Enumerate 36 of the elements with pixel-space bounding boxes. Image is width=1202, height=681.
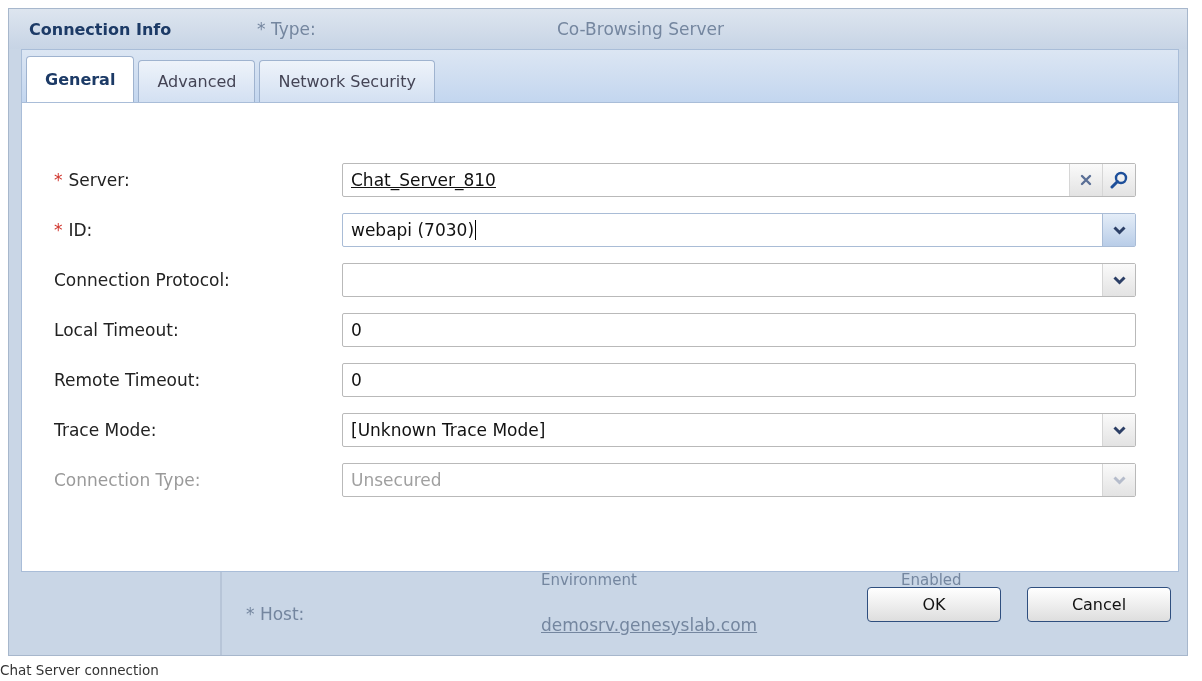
dialog-title: Connection Info — [28, 19, 173, 39]
ok-button[interactable]: OK — [867, 587, 1001, 622]
dropdown-field[interactable] — [342, 263, 1136, 297]
tab[interactable]: General — [26, 56, 135, 102]
caret-icon — [1112, 425, 1126, 435]
field-label: Connection Protocol: — [54, 270, 231, 290]
input-field[interactable]: 0 — [342, 313, 1136, 347]
dropdown-button[interactable] — [1102, 214, 1135, 246]
dropdown-button[interactable] — [1102, 414, 1135, 446]
tab[interactable]: Network Security — [259, 60, 436, 102]
clear-button[interactable] — [1069, 164, 1102, 196]
field-label: * Server: — [54, 170, 131, 190]
field-label: Trace Mode: — [54, 420, 158, 440]
figure-caption: Chat Server connection — [0, 662, 160, 678]
background-text: Environment — [541, 571, 638, 589]
field-label: Connection Type: — [54, 470, 202, 490]
dropdown-field[interactable]: webapi (7030) — [342, 213, 1136, 247]
background-label: * Type: — [257, 19, 317, 39]
caret-icon — [1112, 475, 1126, 485]
field-label: * ID: — [54, 220, 94, 240]
background-text: Enabled — [901, 571, 963, 589]
caret-icon — [1112, 225, 1126, 235]
clear-icon — [1080, 174, 1092, 186]
cancel-button[interactable]: Cancel — [1027, 587, 1171, 622]
field-label: Local Timeout: — [54, 320, 180, 340]
background-label: * Host: — [246, 603, 305, 624]
field-label: Remote Timeout: — [54, 370, 202, 390]
dropdown-button[interactable] — [1102, 264, 1135, 296]
caret-icon — [1112, 275, 1126, 285]
tab[interactable]: Advanced — [138, 60, 256, 102]
dropdown-field[interactable]: [Unknown Trace Mode] — [342, 413, 1136, 447]
lookup-field[interactable]: Chat_Server_810 — [342, 163, 1136, 197]
background-value: Co-Browsing Server — [557, 19, 724, 39]
search-button[interactable] — [1102, 164, 1135, 196]
search-icon — [1110, 171, 1128, 189]
input-field[interactable]: 0 — [342, 363, 1136, 397]
